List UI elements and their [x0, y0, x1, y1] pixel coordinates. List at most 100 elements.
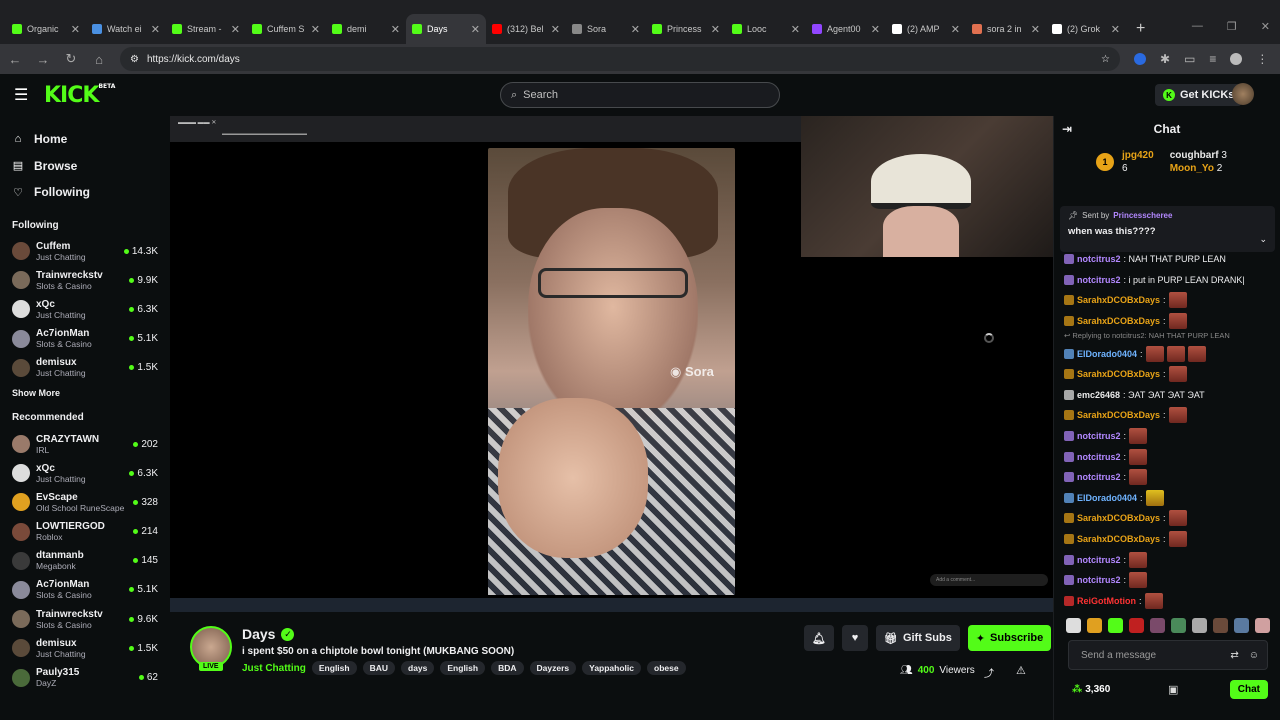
sidepanel-icon[interactable]: ▭	[1184, 52, 1195, 66]
minimize-icon[interactable]: —	[1192, 20, 1203, 33]
chat-username[interactable]: ElDorado0404	[1077, 493, 1137, 503]
sidebar-channel-xqc[interactable]: xQc Just Chatting 6.3K	[12, 295, 158, 324]
browser-tab[interactable]: Sora ✕	[566, 14, 646, 44]
stream-tag[interactable]: days	[401, 661, 435, 675]
chat-emote-icon[interactable]	[1168, 313, 1187, 330]
chat-username[interactable]: SarahxDCOBxDays	[1077, 534, 1160, 544]
emote-icon[interactable]	[1129, 618, 1144, 633]
stream-tag[interactable]: English	[311, 661, 357, 675]
follow-heart-button[interactable]: ♥	[841, 625, 868, 651]
pinned-message[interactable]: 📌︎ Sent by Princesscheree when was this?…	[1060, 206, 1275, 252]
emote-icon[interactable]	[1171, 618, 1186, 633]
tab-close-icon[interactable]: ✕	[471, 23, 480, 36]
emote-icon[interactable]	[1087, 618, 1102, 633]
browser-tab[interactable]: demi ✕	[326, 14, 406, 44]
emote-icon[interactable]	[1108, 618, 1123, 633]
streamer-name[interactable]: Days ✓	[242, 626, 295, 642]
reload-icon[interactable]: ↻	[64, 51, 78, 67]
browser-tab[interactable]: (312) Bel ✕	[486, 14, 566, 44]
hamburger-menu-icon[interactable]: ☰	[14, 85, 34, 105]
leaderboard-user[interactable]: jpg420	[1122, 150, 1154, 161]
pinned-user[interactable]: Princesscheree	[1113, 211, 1172, 220]
chat-emote-icon[interactable]	[1145, 489, 1164, 506]
stream-tag[interactable]: BDA	[491, 661, 524, 675]
address-bar[interactable]: ⚙ https://kick.com/days ☆	[120, 47, 1120, 71]
sidebar-nav-browse[interactable]: ▤ Browse	[12, 153, 158, 180]
chat-username[interactable]: SarahxDCOBxDays	[1077, 369, 1160, 379]
chat-emote-icon[interactable]	[1168, 292, 1187, 309]
rewards-icon[interactable]: ▣	[1168, 683, 1178, 696]
chat-emote-icon[interactable]	[1144, 592, 1163, 609]
chat-username[interactable]: SarahxDCOBxDays	[1077, 410, 1160, 420]
tab-close-icon[interactable]: ✕	[871, 23, 880, 36]
user-avatar[interactable]	[1232, 83, 1254, 105]
tab-close-icon[interactable]: ✕	[311, 23, 320, 36]
sidebar-channel-trainwreckstv[interactable]: Trainwreckstv Slots & Casino 9.9K	[12, 266, 158, 295]
emote-icon[interactable]	[1066, 618, 1081, 633]
tab-close-icon[interactable]: ✕	[551, 23, 560, 36]
chat-emote-icon[interactable]	[1166, 345, 1185, 362]
chat-emote-icon[interactable]	[1168, 366, 1187, 383]
chat-username[interactable]: SarahxDCOBxDays	[1077, 295, 1160, 305]
sidebar-channel-lowtiergod[interactable]: LOWTIERGOD Roblox 214	[12, 517, 158, 546]
emote-icon[interactable]	[1213, 618, 1228, 633]
site-info-icon[interactable]: ⚙	[130, 54, 139, 65]
puzzle-icon[interactable]: ✱	[1160, 52, 1170, 66]
tab-close-icon[interactable]: ✕	[231, 23, 240, 36]
chat-emote-icon[interactable]	[1168, 510, 1187, 527]
sidebar-channel-demisux[interactable]: demisux Just Chatting 1.5K	[12, 353, 158, 382]
stream-tag[interactable]: Dayzers	[529, 661, 577, 675]
stream-tag[interactable]: English	[440, 661, 486, 675]
share-icon[interactable]: ⤴	[984, 665, 994, 680]
browser-tab[interactable]: Princess ✕	[646, 14, 726, 44]
chat-emote-icon[interactable]	[1187, 345, 1206, 362]
browser-tab[interactable]: Watch ei ✕	[86, 14, 166, 44]
leaderboard-user[interactable]: Moon_Yo	[1170, 163, 1214, 174]
chat-message-input[interactable]: Send a message ⇄ ☺	[1068, 640, 1268, 670]
bookmark-star-icon[interactable]: ☆	[1101, 54, 1110, 65]
emote-icon[interactable]	[1234, 618, 1249, 633]
tab-close-icon[interactable]: ✕	[71, 23, 80, 36]
sidebar-channel-ac7ionman[interactable]: Ac7ionMan Slots & Casino 5.1K	[12, 324, 158, 353]
sidebar-channel-demisux[interactable]: demisux Just Chatting 1.5K	[12, 634, 158, 663]
chat-username[interactable]: notcitrus2	[1077, 431, 1121, 441]
sidebar-channel-cuffem[interactable]: Cuffem Just Chatting 14.3K	[12, 237, 158, 266]
chat-emote-icon[interactable]	[1129, 428, 1148, 445]
close-window-icon[interactable]: ✕	[1261, 20, 1270, 33]
leaderboard-user[interactable]: coughbarf	[1170, 150, 1219, 161]
restore-icon[interactable]: ❐	[1227, 20, 1237, 33]
chat-username[interactable]: notcitrus2	[1077, 472, 1121, 482]
tab-close-icon[interactable]: ✕	[1111, 23, 1120, 36]
tab-close-icon[interactable]: ✕	[391, 23, 400, 36]
chat-username[interactable]: SarahxDCOBxDays	[1077, 316, 1160, 326]
stream-tag[interactable]: Yappaholic	[582, 661, 641, 675]
browser-tab[interactable]: sora 2 in ✕	[966, 14, 1046, 44]
chat-emote-icon[interactable]	[1129, 469, 1148, 486]
emote-icon[interactable]	[1255, 618, 1270, 633]
category-link[interactable]: Just Chatting	[242, 663, 306, 674]
chat-username[interactable]: SarahxDCOBxDays	[1077, 513, 1160, 523]
emote-icon[interactable]	[1150, 618, 1165, 633]
get-kicks-button[interactable]: K Get KICKs	[1155, 84, 1243, 106]
stream-tag[interactable]: BAU	[362, 661, 396, 675]
chat-emote-icon[interactable]	[1129, 551, 1148, 568]
tab-close-icon[interactable]: ✕	[631, 23, 640, 36]
sidebar-channel-xqc[interactable]: xQc Just Chatting 6.3K	[12, 459, 158, 488]
video-player[interactable]: ▬▬▬ ▬▬ ✕ ▬▬▬▬▬▬▬▬▬▬▬▬▬▬▬▬▬ ◉ Sora Add a …	[170, 116, 1053, 612]
emoji-icon[interactable]: ☺	[1249, 650, 1259, 661]
browser-tab[interactable]: (2) AMP ✕	[886, 14, 966, 44]
channel-points[interactable]: ⁂ 3,360	[1072, 684, 1110, 695]
forward-icon[interactable]: →	[36, 52, 50, 67]
chat-username[interactable]: notcitrus2	[1077, 254, 1121, 264]
chat-emote-icon[interactable]	[1129, 572, 1148, 589]
sidebar-nav-following[interactable]: ♡ Following	[12, 179, 158, 206]
chat-emote-icon[interactable]	[1168, 407, 1187, 424]
browser-tab[interactable]: (2) Grok ✕	[1046, 14, 1126, 44]
sidebar-channel-trainwreckstv[interactable]: Trainwreckstv Slots & Casino 9.6K	[12, 605, 158, 634]
tab-close-icon[interactable]: ✕	[951, 23, 960, 36]
report-warning-icon[interactable]: ⚠	[1016, 664, 1026, 677]
browser-tab[interactable]: Cuffem S ✕	[246, 14, 326, 44]
chat-username[interactable]: emc26468	[1077, 390, 1120, 400]
tab-close-icon[interactable]: ✕	[711, 23, 720, 36]
chevron-down-icon[interactable]: ⌄	[1259, 234, 1267, 245]
